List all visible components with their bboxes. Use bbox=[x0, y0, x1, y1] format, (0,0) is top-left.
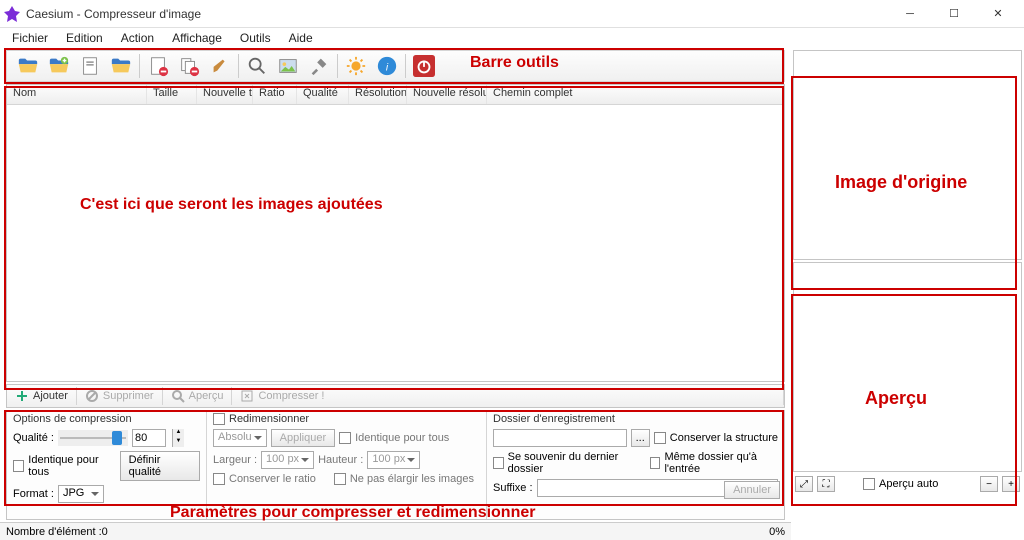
actual-size-icon[interactable]: ⛶ bbox=[817, 476, 835, 492]
preview-controls: ⤢ ⛶ Aperçu auto − + bbox=[793, 474, 1022, 494]
keep-ratio-label: Conserver le ratio bbox=[229, 473, 316, 485]
col-nouvelle-resolution[interactable]: Nouvelle résolu bbox=[407, 85, 487, 104]
quality-label: Qualité : bbox=[13, 432, 54, 444]
titlebar: Caesium - Compresseur d'image ─ ☐ ✕ bbox=[0, 0, 1024, 28]
compress-button[interactable]: Compresser ! bbox=[232, 387, 784, 405]
file-list: Nom Taille Nouvelle t Ratio Qualité Réso… bbox=[6, 84, 785, 382]
same-folder-label: Même dossier qu'à l'entrée bbox=[664, 451, 778, 475]
preview-column: ⤢ ⛶ Aperçu auto − + Image d'origine Aper… bbox=[791, 48, 1024, 536]
same-folder-checkbox[interactable] bbox=[650, 457, 661, 469]
col-qualite[interactable]: Qualité bbox=[297, 85, 349, 104]
fit-icon[interactable]: ⤢ bbox=[795, 476, 813, 492]
resize-title: Redimensionner bbox=[229, 413, 309, 425]
menu-aide[interactable]: Aide bbox=[281, 29, 321, 47]
compression-title: Options de compression bbox=[13, 413, 200, 425]
keep-structure-checkbox[interactable] bbox=[654, 432, 666, 444]
power-icon[interactable] bbox=[409, 52, 439, 80]
info-icon[interactable]: i bbox=[372, 52, 402, 80]
remove-item-icon[interactable] bbox=[143, 52, 173, 80]
height-input[interactable]: 100 px bbox=[367, 451, 420, 469]
col-taille[interactable]: Taille bbox=[147, 85, 197, 104]
list-header: Nom Taille Nouvelle t Ratio Qualité Réso… bbox=[7, 85, 784, 105]
minus-icon[interactable]: − bbox=[980, 476, 998, 492]
no-enlarge-checkbox[interactable] bbox=[334, 473, 346, 485]
menu-action[interactable]: Action bbox=[113, 29, 162, 47]
same-quality-label: Identique pour tous bbox=[28, 454, 115, 478]
settings-panel: Options de compression Qualité : 80 ▲▼ I… bbox=[6, 410, 785, 520]
tools-icon[interactable] bbox=[304, 52, 334, 80]
keep-ratio-checkbox[interactable] bbox=[213, 473, 225, 485]
original-preview bbox=[793, 50, 1022, 260]
resize-same-label: Identique pour tous bbox=[355, 432, 449, 444]
plus-icon[interactable]: + bbox=[1002, 476, 1020, 492]
zoom-icon[interactable] bbox=[242, 52, 272, 80]
apply-resize-button[interactable]: Appliquer bbox=[271, 429, 335, 447]
col-ratio[interactable]: Ratio bbox=[253, 85, 297, 104]
remove-all-icon[interactable] bbox=[174, 52, 204, 80]
maximize-button[interactable]: ☐ bbox=[932, 0, 976, 28]
close-button[interactable]: ✕ bbox=[976, 0, 1020, 28]
image-icon[interactable] bbox=[273, 52, 303, 80]
save-group: Dossier d'enregistrement ... Conserver l… bbox=[487, 411, 784, 519]
menu-affichage[interactable]: Affichage bbox=[164, 29, 230, 47]
keep-structure-label: Conserver la structure bbox=[670, 432, 778, 444]
resize-group: Redimensionner Absolu Appliquer Identiqu… bbox=[207, 411, 487, 519]
forbidden-icon bbox=[85, 389, 99, 403]
sun-icon[interactable] bbox=[341, 52, 371, 80]
quality-spin[interactable]: 80 bbox=[132, 429, 166, 447]
page-icon[interactable] bbox=[75, 52, 105, 80]
save-title: Dossier d'enregistrement bbox=[493, 413, 778, 425]
width-input[interactable]: 100 px bbox=[261, 451, 314, 469]
menu-fichier[interactable]: Fichier bbox=[4, 29, 56, 47]
menubar: Fichier Edition Action Affichage Outils … bbox=[0, 28, 1024, 48]
open-folder-icon[interactable] bbox=[13, 52, 43, 80]
remember-folder-checkbox[interactable] bbox=[493, 457, 504, 469]
resize-mode-select[interactable]: Absolu bbox=[213, 429, 267, 447]
resize-same-checkbox[interactable] bbox=[339, 432, 351, 444]
compressed-preview bbox=[793, 262, 1022, 472]
auto-preview-checkbox[interactable] bbox=[863, 478, 875, 490]
window-title: Caesium - Compresseur d'image bbox=[26, 7, 201, 21]
new-folder-icon[interactable] bbox=[44, 52, 74, 80]
col-chemin[interactable]: Chemin complet bbox=[487, 85, 784, 104]
app-icon bbox=[4, 6, 20, 22]
format-select[interactable]: JPG bbox=[58, 485, 104, 503]
search-icon bbox=[171, 389, 185, 403]
col-resolution[interactable]: Résolution bbox=[349, 85, 407, 104]
width-label: Largeur : bbox=[213, 454, 257, 466]
same-quality-checkbox[interactable] bbox=[13, 460, 24, 472]
open-files-icon[interactable] bbox=[106, 52, 136, 80]
minimize-button[interactable]: ─ bbox=[888, 0, 932, 28]
define-quality-button[interactable]: Définir qualité bbox=[120, 451, 200, 481]
compress-icon bbox=[240, 389, 254, 403]
format-label: Format : bbox=[13, 488, 54, 500]
list-toolbar: Ajouter Supprimer Aperçu Compresser ! bbox=[6, 384, 785, 408]
save-folder-input[interactable] bbox=[493, 429, 627, 447]
menu-outils[interactable]: Outils bbox=[232, 29, 279, 47]
resize-checkbox[interactable] bbox=[213, 413, 225, 425]
suffix-label: Suffixe : bbox=[493, 482, 533, 494]
menu-edition[interactable]: Edition bbox=[58, 29, 111, 47]
plus-icon bbox=[15, 389, 29, 403]
remove-button[interactable]: Supprimer bbox=[77, 387, 163, 405]
brush-icon[interactable] bbox=[205, 52, 235, 80]
add-button[interactable]: Ajouter bbox=[7, 387, 77, 405]
toolbar: i bbox=[6, 50, 785, 82]
compression-group: Options de compression Qualité : 80 ▲▼ I… bbox=[7, 411, 207, 519]
auto-preview-label: Aperçu auto bbox=[879, 478, 938, 490]
quality-slider[interactable] bbox=[58, 430, 128, 446]
browse-button[interactable]: ... bbox=[631, 429, 650, 447]
col-nom[interactable]: Nom bbox=[7, 85, 147, 104]
preview-button[interactable]: Aperçu bbox=[163, 387, 233, 405]
no-enlarge-label: Ne pas élargir les images bbox=[350, 473, 474, 485]
statusbar: Nombre d'élément : 0 0% bbox=[0, 522, 791, 540]
height-label: Hauteur : bbox=[318, 454, 363, 466]
cancel-button[interactable]: Annuler bbox=[724, 481, 780, 499]
remember-folder-label: Se souvenir du dernier dossier bbox=[508, 451, 637, 475]
col-nouvelle-taille[interactable]: Nouvelle t bbox=[197, 85, 253, 104]
